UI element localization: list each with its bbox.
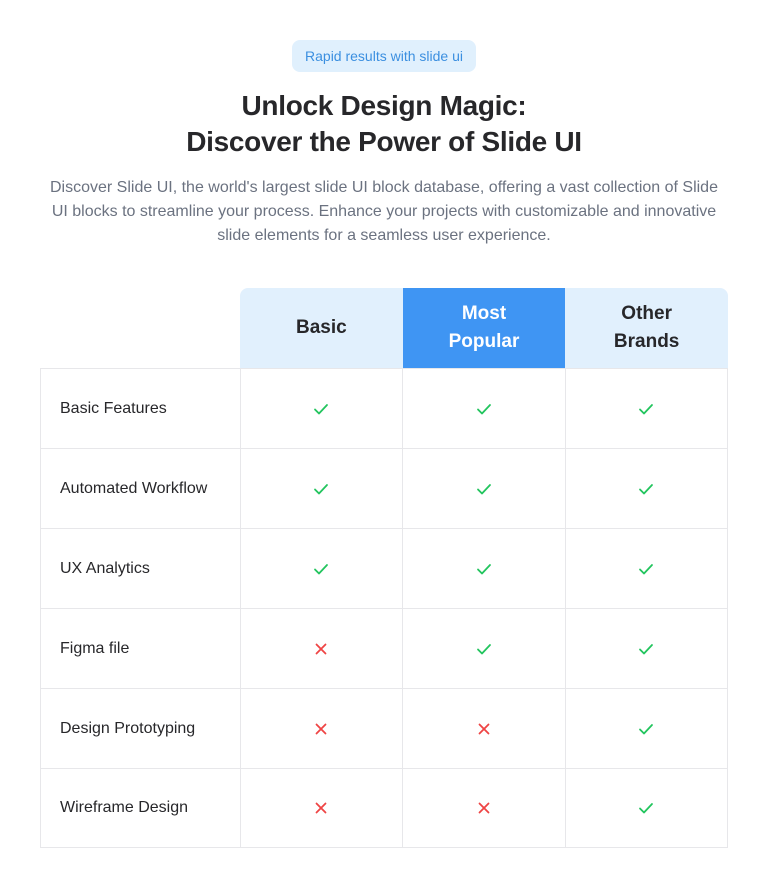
check-icon (474, 559, 494, 579)
check-icon (636, 639, 656, 659)
cross-icon (474, 798, 494, 818)
check-icon (311, 399, 331, 419)
cell-other (565, 448, 728, 528)
cell-basic (240, 768, 404, 848)
check-icon (474, 639, 494, 659)
check-icon (311, 479, 331, 499)
cell-popular (403, 768, 566, 848)
table-body: Basic Features Automated Workflow UX Analy… (40, 368, 728, 848)
check-icon (474, 479, 494, 499)
cell-other (565, 528, 728, 608)
column-header-basic: Basic (240, 288, 403, 368)
feature-label: UX Analytics (41, 528, 241, 608)
title-line-2: Discover the Power of Slide UI (186, 126, 582, 157)
cross-icon (474, 719, 494, 739)
page-description: Discover Slide UI, the world's largest s… (50, 179, 718, 244)
cell-popular (403, 448, 566, 528)
cross-icon (311, 719, 331, 739)
cell-other (565, 608, 728, 688)
check-icon (311, 559, 331, 579)
cross-icon (311, 798, 331, 818)
cell-popular (403, 528, 566, 608)
cell-basic (240, 448, 404, 528)
column-header-label: Most Popular (448, 303, 520, 352)
column-header-label: Basic (295, 317, 347, 338)
column-header-most-popular: Most Popular (402, 288, 566, 368)
feature-label: Automated Workflow (41, 448, 241, 528)
feature-label: Figma file (41, 608, 241, 688)
cell-other (565, 688, 728, 768)
feature-label: Basic Features (41, 368, 241, 448)
column-header-other-brands: Other Brands (565, 288, 728, 368)
feature-label: Wireframe Design (41, 768, 241, 848)
tagline-badge: Rapid results with slide ui (292, 40, 476, 72)
header-spacer (40, 288, 240, 368)
check-icon (636, 479, 656, 499)
title-line-1: Unlock Design Magic: (241, 90, 527, 121)
cell-other (565, 368, 728, 448)
cell-basic (240, 688, 404, 768)
cell-popular (403, 688, 566, 768)
table-row: Basic Features (41, 368, 728, 448)
feature-label: Design Prototyping (41, 688, 241, 768)
cell-basic (240, 368, 404, 448)
check-icon (636, 399, 656, 419)
column-header-label: Other Brands (613, 303, 680, 352)
cell-popular (403, 608, 566, 688)
table-row: UX Analytics (41, 528, 728, 608)
check-icon (474, 399, 494, 419)
table-row: Wireframe Design (41, 768, 728, 848)
table-row: Automated Workflow (41, 448, 728, 528)
check-icon (636, 798, 656, 818)
page-title: Unlock Design Magic: Discover the Power … (0, 88, 768, 160)
comparison-table: Basic Most Popular Other Brands Basic Fe… (40, 288, 728, 848)
cell-basic (240, 608, 404, 688)
cell-other (565, 768, 728, 848)
cross-icon (311, 639, 331, 659)
check-icon (636, 719, 656, 739)
table-header-row: Basic Most Popular Other Brands (40, 288, 728, 368)
table-row: Figma file (41, 608, 728, 688)
badge-container: Rapid results with slide ui (0, 40, 768, 72)
cell-basic (240, 528, 404, 608)
table-row: Design Prototyping (41, 688, 728, 768)
check-icon (636, 559, 656, 579)
cell-popular (403, 368, 566, 448)
pricing-comparison-section: Rapid results with slide ui Unlock Desig… (0, 0, 768, 888)
